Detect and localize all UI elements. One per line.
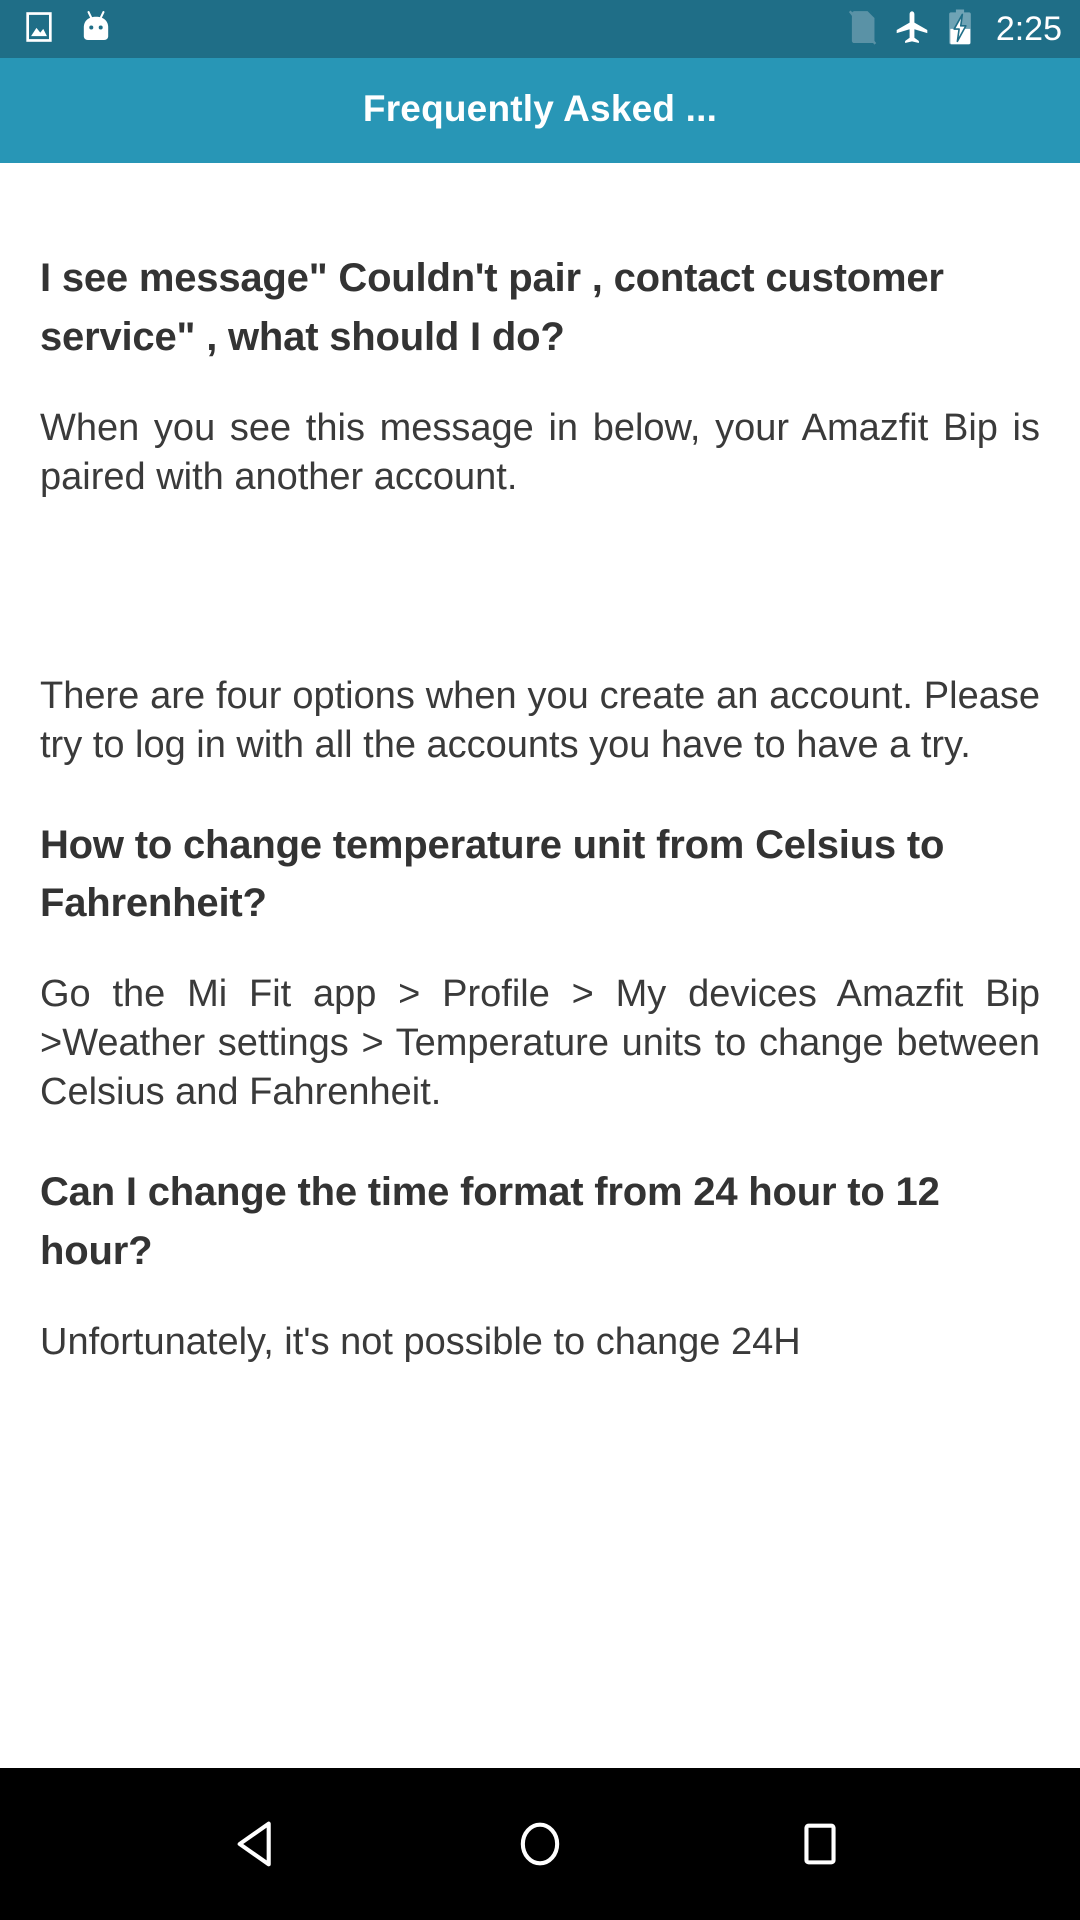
faq-answer-2: Go the Mi Fit app > Profile > My devices… bbox=[40, 973, 1040, 1114]
recents-square-icon bbox=[804, 1823, 836, 1865]
app-bar: Frequently Asked ... bbox=[0, 58, 1080, 163]
content-top-spacer bbox=[40, 163, 1040, 249]
faq-answer-1-image-placeholder bbox=[40, 502, 1040, 672]
status-bar-system-icons: 2:25 bbox=[846, 8, 1062, 51]
home-circle-icon bbox=[520, 1822, 560, 1866]
faq-content-scroll[interactable]: I see message" Couldn't pair , contact c… bbox=[0, 163, 1080, 1768]
no-sim-card-icon bbox=[846, 9, 878, 50]
phone-screen: 2:25 Frequently Asked ... I see message"… bbox=[0, 0, 1080, 1920]
airplane-mode-icon bbox=[894, 9, 930, 50]
android-marshmallow-icon bbox=[78, 10, 114, 49]
navigation-bar bbox=[0, 1768, 1080, 1920]
faq-question-2: How to change temperature unit from Cels… bbox=[40, 822, 945, 926]
faq-answer-1: When you see this message in below, your… bbox=[40, 406, 1040, 498]
status-bar-notification-icons bbox=[22, 10, 114, 49]
back-triangle-icon bbox=[237, 1821, 271, 1867]
page-title: Frequently Asked ... bbox=[362, 87, 718, 129]
faq-question-1: I see message" Couldn't pair , contact c… bbox=[40, 256, 944, 359]
screenshot-image-icon bbox=[22, 10, 56, 49]
faq-answer-3: Unfortunately, it's not possible to chan… bbox=[40, 1320, 801, 1363]
back-button[interactable] bbox=[200, 1784, 320, 1904]
battery-charging-icon bbox=[946, 8, 974, 51]
status-bar: 2:25 bbox=[0, 0, 1080, 58]
home-button[interactable] bbox=[480, 1784, 600, 1904]
recents-button[interactable] bbox=[760, 1784, 880, 1904]
faq-answer-1-continued: There are four options when you create a… bbox=[40, 674, 1040, 766]
status-bar-clock: 2:25 bbox=[995, 10, 1062, 48]
faq-question-3: Can I change the time format from 24 hou… bbox=[40, 1170, 940, 1274]
